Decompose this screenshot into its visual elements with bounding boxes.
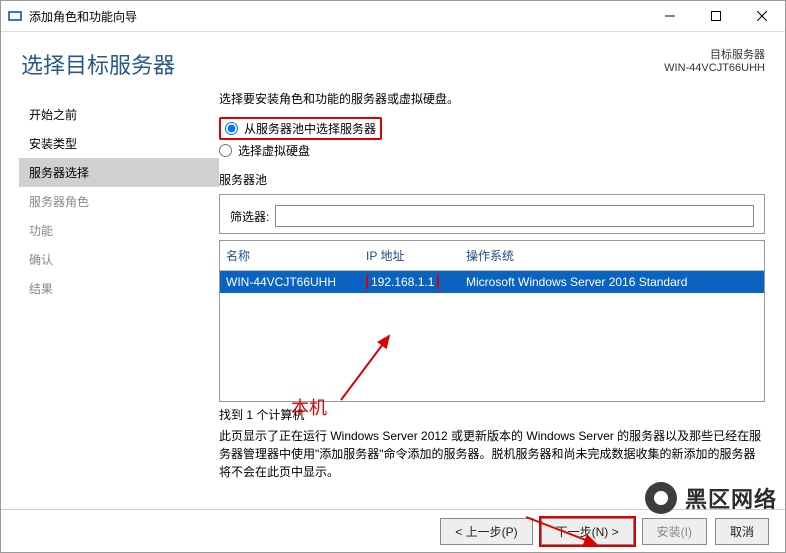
table-header: 名称 IP 地址 操作系统 bbox=[220, 241, 764, 271]
prev-button[interactable]: < 上一步(P) bbox=[440, 518, 532, 545]
next-button[interactable]: 下一步(N) > bbox=[541, 518, 634, 545]
maximize-button[interactable] bbox=[693, 1, 739, 31]
radio-server-pool[interactable] bbox=[225, 122, 238, 135]
table-row[interactable]: WIN-44VCJT66UHH 192.168.1.1 Microsoft Wi… bbox=[220, 271, 764, 293]
col-name[interactable]: 名称 bbox=[226, 247, 366, 264]
nav-confirmation: 确认 bbox=[19, 245, 219, 274]
minimize-button[interactable] bbox=[647, 1, 693, 31]
target-value: WIN-44VCJT66UHH bbox=[664, 62, 765, 74]
hint-text: 此页显示了正在运行 Windows Server 2012 或更新版本的 Win… bbox=[219, 427, 765, 481]
install-button: 安装(I) bbox=[642, 518, 707, 545]
page-title: 选择目标服务器 bbox=[21, 48, 175, 80]
wizard-nav: 开始之前 安装类型 服务器选择 服务器角色 功能 确认 结果 bbox=[1, 90, 219, 509]
server-pool-label: 服务器池 bbox=[219, 171, 765, 188]
server-table: 名称 IP 地址 操作系统 WIN-44VCJT66UHH 192.168.1.… bbox=[219, 240, 765, 402]
page-header: 选择目标服务器 目标服务器 WIN-44VCJT66UHH bbox=[1, 32, 785, 80]
found-count: 找到 1 个计算机 bbox=[219, 406, 765, 423]
watermark-text: 黑区网络 bbox=[685, 482, 777, 514]
table-body: WIN-44VCJT66UHH 192.168.1.1 Microsoft Wi… bbox=[220, 271, 764, 401]
nav-features: 功能 bbox=[19, 216, 219, 245]
selection-mode-radios: 从服务器池中选择服务器 选择虚拟硬盘 bbox=[219, 117, 765, 159]
filter-label: 筛选器: bbox=[230, 208, 269, 225]
nav-server-selection[interactable]: 服务器选择 bbox=[19, 158, 219, 187]
watermark: 黑区网络 bbox=[641, 478, 777, 518]
window-title: 添加角色和功能向导 bbox=[29, 8, 647, 25]
wizard-window: 添加角色和功能向导 选择目标服务器 目标服务器 WIN-44VCJT66UHH … bbox=[0, 0, 786, 553]
cell-name: WIN-44VCJT66UHH bbox=[226, 275, 366, 289]
intro-text: 选择要安装角色和功能的服务器或虚拟硬盘。 bbox=[219, 90, 765, 107]
titlebar: 添加角色和功能向导 bbox=[1, 1, 785, 32]
col-os[interactable]: 操作系统 bbox=[466, 247, 758, 264]
radio-vhd[interactable] bbox=[219, 144, 232, 157]
target-server-info: 目标服务器 WIN-44VCJT66UHH bbox=[664, 46, 765, 74]
annotation-box-ip: 192.168.1.1 bbox=[366, 275, 439, 289]
nav-installation-type[interactable]: 安装类型 bbox=[19, 129, 219, 158]
nav-results: 结果 bbox=[19, 274, 219, 303]
filter-box: 筛选器: bbox=[219, 194, 765, 234]
filter-input[interactable] bbox=[275, 205, 754, 227]
cell-ip: 192.168.1.1 bbox=[366, 275, 466, 289]
target-label: 目标服务器 bbox=[664, 46, 765, 62]
content-area: 选择要安装角色和功能的服务器或虚拟硬盘。 从服务器池中选择服务器 选择虚拟硬盘 … bbox=[219, 90, 785, 509]
cell-os: Microsoft Windows Server 2016 Standard bbox=[466, 275, 758, 289]
app-icon bbox=[7, 8, 23, 24]
col-ip[interactable]: IP 地址 bbox=[366, 247, 466, 264]
nav-server-roles: 服务器角色 bbox=[19, 187, 219, 216]
close-button[interactable] bbox=[739, 1, 785, 31]
radio-vhd-label: 选择虚拟硬盘 bbox=[238, 142, 310, 159]
nav-before-you-begin[interactable]: 开始之前 bbox=[19, 100, 219, 129]
cancel-button[interactable]: 取消 bbox=[715, 518, 769, 545]
annotation-box-radio1: 从服务器池中选择服务器 bbox=[219, 117, 382, 140]
radio-server-pool-label: 从服务器池中选择服务器 bbox=[244, 120, 376, 137]
